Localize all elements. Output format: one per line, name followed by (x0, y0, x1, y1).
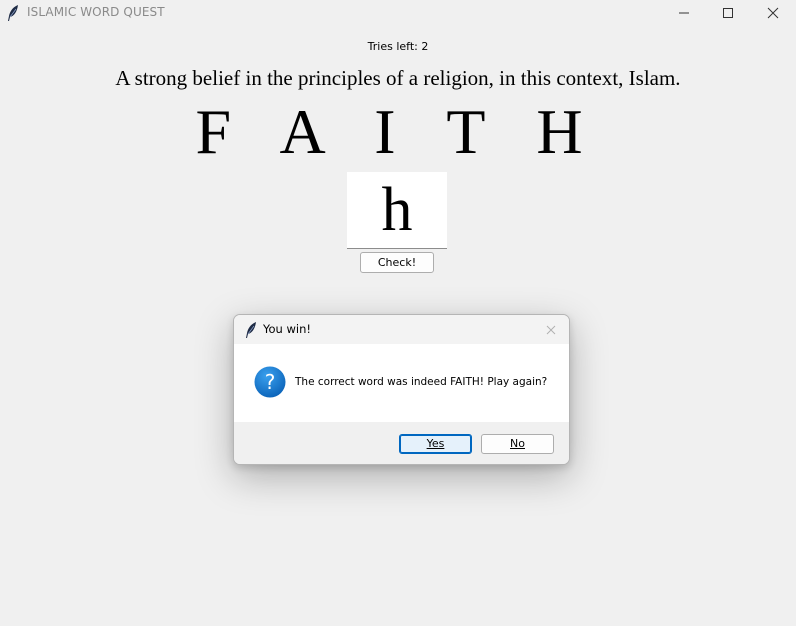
maximize-button[interactable] (705, 0, 751, 26)
yes-button[interactable]: Yes (399, 434, 472, 454)
minimize-button[interactable] (661, 0, 707, 26)
dialog-footer: Yes No (234, 422, 569, 464)
dialog-title: You win! (263, 322, 311, 336)
dialog-close-icon[interactable] (544, 322, 558, 336)
minimize-icon (678, 7, 690, 19)
dialog-title-bar[interactable]: You win! (234, 315, 569, 344)
title-bar[interactable]: ISLAMIC WORD QUEST (0, 0, 796, 26)
yes-button-label: Yes (426, 437, 445, 450)
dialog-body: ? The correct word was indeed FAITH! Pla… (234, 344, 569, 422)
feather-icon (6, 4, 20, 22)
tries-left-label: Tries left: 2 (367, 40, 429, 53)
no-button[interactable]: No (481, 434, 554, 454)
main-window: ISLAMIC WORD QUEST Tries left: 2 A stron… (0, 0, 796, 626)
svg-text:?: ? (265, 370, 276, 394)
feather-icon (244, 321, 258, 339)
maximize-icon (722, 7, 734, 19)
check-button[interactable]: Check! (360, 252, 434, 273)
question-icon: ? (254, 366, 286, 398)
you-win-dialog: You win! ? The correct word was indeed F… (233, 314, 570, 465)
close-icon (767, 7, 779, 19)
no-button-label: No (510, 437, 525, 450)
dialog-message: The correct word was indeed FAITH! Play … (295, 376, 548, 388)
word-display: F A I T H (195, 96, 601, 167)
hint-text: A strong belief in the principles of a r… (115, 66, 681, 90)
close-button[interactable] (750, 0, 796, 26)
letter-input[interactable]: h (347, 172, 447, 249)
window-title: ISLAMIC WORD QUEST (27, 5, 165, 19)
